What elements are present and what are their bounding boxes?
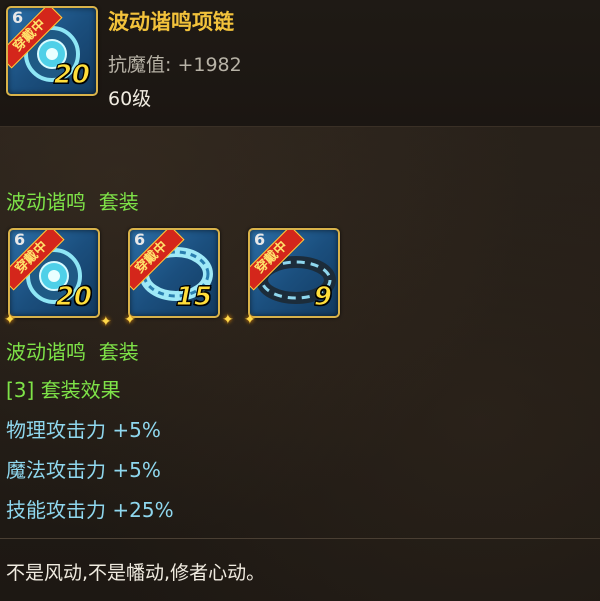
stat-line: 抗魔值: +1982 — [108, 50, 242, 77]
set-subtitle: 波动谐鸣 套装 — [6, 336, 139, 365]
set-effect-header: [3] 套装效果 — [6, 378, 121, 402]
flavor-text: 不是风动,不是幡动,修者心动。 — [6, 562, 266, 584]
sparkle-icon: ✦ — [100, 314, 112, 330]
six-mark: 6 — [14, 230, 26, 249]
divider — [0, 538, 600, 539]
six-mark: 6 — [12, 8, 24, 27]
piece-level: 9 — [313, 282, 332, 313]
six-mark: 6 — [134, 230, 146, 249]
sparkle-icon: ✦ — [244, 312, 256, 328]
set-title-suffix: 套装 — [98, 190, 139, 214]
item-header: 6 穿戴中 20 波动谐鸣项链 抗魔值: +1982 60级 — [0, 0, 600, 127]
item-tooltip-panel: 6 穿戴中 20 波动谐鸣项链 抗魔值: +1982 60级 波动谐鸣 套装 6… — [0, 0, 600, 601]
set-title: 波动谐鸣 套装 — [6, 186, 139, 215]
set-piece-bracelet[interactable]: 6 穿戴中 15 — [128, 228, 220, 318]
icon-level: 20 — [53, 60, 90, 91]
sparkle-icon: ✦ — [4, 312, 16, 328]
set-subtitle-name: 波动谐鸣 — [6, 340, 86, 364]
set-effect-skill: 技能攻击力 +25% — [6, 498, 174, 522]
set-effect-physical: 物理攻击力 +5% — [6, 418, 161, 442]
stat-label: 抗魔值: — [108, 54, 172, 76]
piece-level: 15 — [175, 282, 212, 313]
piece-level: 20 — [55, 282, 92, 313]
sparkle-icon: ✦ — [124, 312, 136, 328]
set-piece-ring[interactable]: 6 穿戴中 9 — [248, 228, 340, 318]
necklace-icon[interactable]: 6 穿戴中 20 — [6, 6, 98, 96]
set-piece-necklace[interactable]: 6 穿戴中 20 — [8, 228, 100, 318]
six-mark: 6 — [254, 230, 266, 249]
sparkle-icon: ✦ — [222, 312, 234, 328]
set-title-name: 波动谐鸣 — [6, 190, 86, 214]
set-subtitle-suffix: 套装 — [98, 340, 139, 364]
set-effect-magic: 魔法攻击力 +5% — [6, 458, 161, 482]
item-level: 60级 — [108, 88, 152, 110]
stat-value: +1982 — [177, 54, 242, 76]
item-name: 波动谐鸣项链 — [108, 10, 234, 34]
